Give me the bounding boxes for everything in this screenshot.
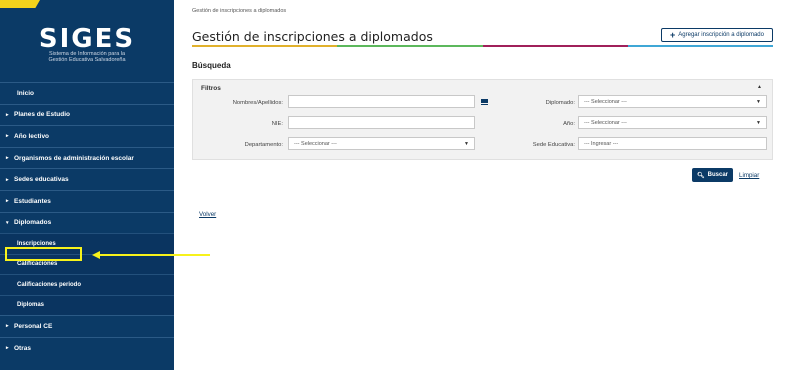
sidebar-item-estudiantes[interactable]: ▸ Estudiantes [0, 189, 174, 212]
sidebar-item-label: Otras [14, 344, 31, 352]
search-button[interactable]: 🔍︎ Buscar [692, 168, 733, 182]
color-divider-blue [627, 45, 773, 47]
sidebar-item-sedes[interactable]: ▸ Sedes educativas [0, 168, 174, 190]
sidebar-nav: Inicio ▸ Planes de Estudio ▸ Año lectivo… [0, 82, 174, 359]
sede-placeholder: --- Ingresar --- [584, 140, 619, 147]
sidebar-subitem-label: Diplomas [17, 302, 45, 309]
anio-select[interactable]: --- Seleccionar --- ▼ [578, 116, 767, 129]
clear-link[interactable]: Limpiar [739, 172, 759, 179]
search-button-label: Buscar [707, 172, 728, 178]
nie-input[interactable] [288, 116, 475, 129]
sidebar-item-label: Organismos de administración escolar [14, 154, 134, 162]
anio-value: --- Seleccionar --- [584, 119, 627, 126]
sidebar-subitem-calificaciones-periodo[interactable]: Calificaciones periodo [0, 274, 174, 295]
nombres-input[interactable] [288, 95, 475, 108]
back-link[interactable]: Volver [199, 211, 216, 218]
filters-title: Filtros [201, 85, 221, 92]
sidebar-item-label: Planes de Estudio [14, 111, 70, 119]
chevron-right-icon: ▸ [6, 198, 9, 205]
brand-subtitle-line2: Gestión Educativa Salvadoreña [48, 57, 126, 63]
caret-down-icon: ▼ [756, 119, 761, 126]
chevron-right-icon: ▸ [6, 176, 9, 183]
brand-subtitle: Sistema de Información para la Gestión E… [0, 51, 174, 63]
filters-panel: Filtros ▲ Nombres/Apellidos: NIE: Depart… [192, 79, 773, 160]
plus-icon: + [670, 30, 676, 40]
chevron-right-icon: ▸ [6, 133, 9, 140]
nie-label: NIE: [271, 121, 283, 127]
anio-label: Año: [563, 121, 575, 127]
color-divider-yellow [192, 45, 338, 47]
add-inscription-button[interactable]: + Agregar inscripción a diplomado [661, 28, 773, 42]
sidebar-item-label: Sedes educativas [14, 176, 69, 184]
sidebar-item-label: Diplomados [14, 219, 52, 227]
breadcrumb: Gestión de inscripciones a diplomados [192, 8, 287, 14]
collapse-icon[interactable]: ▲ [757, 84, 762, 90]
caret-down-icon: ▼ [756, 98, 761, 105]
brand-logo: SIGES Sistema de Información para la Ges… [0, 0, 174, 82]
sidebar-item-diplomados[interactable]: ▾ Diplomados [0, 211, 174, 234]
sidebar-item-label: Estudiantes [14, 197, 51, 205]
nombres-label: Nombres/Apellidos: [232, 100, 283, 106]
color-divider-green [337, 45, 483, 47]
sidebar-subitem-diplomas[interactable]: Diplomas [0, 294, 174, 316]
chevron-right-icon: ▸ [6, 345, 9, 352]
sidebar-item-label: Año lectivo [14, 132, 50, 140]
sidebar-subitem-label: Calificaciones periodo [17, 281, 82, 288]
page-title: Gestión de inscripciones a diplomados [192, 29, 433, 44]
caret-down-icon: ▼ [464, 140, 469, 147]
logo-stripe [0, 0, 40, 8]
color-divider-maroon [482, 45, 628, 47]
sidebar-item-personal-ce[interactable]: ▸ Personal CE [0, 315, 174, 337]
departamento-select[interactable]: --- Seleccionar --- ▼ [288, 137, 475, 150]
sidebar-item-organismos[interactable]: ▸ Organismos de administración escolar [0, 146, 174, 169]
sede-label: Sede Educativa: [532, 142, 575, 148]
list-icon[interactable] [481, 99, 488, 106]
add-inscription-label: Agregar inscripción a diplomado [678, 32, 764, 38]
sidebar-subitem-label: Inscripciones [17, 240, 56, 247]
chevron-right-icon: ▸ [6, 155, 9, 162]
sidebar: SIGES Sistema de Información para la Ges… [0, 0, 174, 370]
sidebar-item-planes[interactable]: ▸ Planes de Estudio [0, 103, 174, 126]
sidebar-item-label: Inicio [17, 89, 34, 97]
search-icon: 🔍︎ [697, 172, 705, 179]
brand-title: SIGES [38, 24, 136, 54]
diplomado-value: --- Seleccionar --- [584, 98, 627, 105]
chevron-right-icon: ▸ [6, 323, 9, 330]
departamento-value: --- Seleccionar --- [294, 140, 337, 147]
sede-input[interactable]: --- Ingresar --- [578, 137, 767, 150]
color-divider [192, 45, 773, 47]
sidebar-item-otras[interactable]: ▸ Otras [0, 336, 174, 359]
diplomado-label: Diplomado: [545, 100, 575, 106]
chevron-down-icon: ▾ [6, 219, 9, 226]
sidebar-subitem-label: Calificaciones [17, 261, 58, 268]
section-title: Búsqueda [192, 61, 231, 70]
sidebar-item-anio-lectivo[interactable]: ▸ Año lectivo [0, 125, 174, 147]
departamento-label: Departamento: [244, 142, 283, 148]
annotation-highlight-box [5, 247, 82, 261]
sidebar-item-inicio[interactable]: Inicio [0, 82, 174, 104]
sidebar-item-label: Personal CE [14, 322, 53, 330]
main-content: Gestión de inscripciones a diplomados Ge… [178, 0, 789, 370]
chevron-right-icon: ▸ [6, 111, 9, 118]
diplomado-select[interactable]: --- Seleccionar --- ▼ [578, 95, 767, 108]
